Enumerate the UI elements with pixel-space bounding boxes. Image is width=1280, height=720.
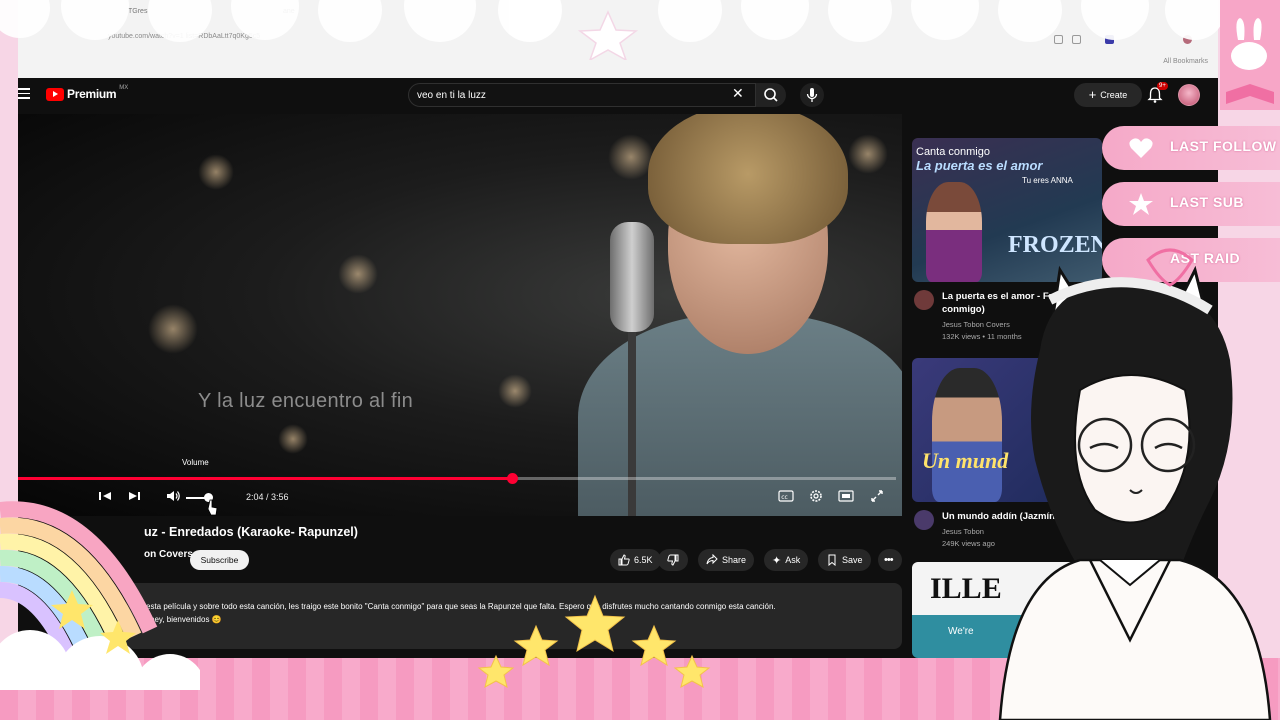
browser-tab[interactable]: TGres xyxy=(128,8,147,15)
more-actions-button[interactable]: ••• xyxy=(878,549,902,571)
youtube-header: Premium MX veo en ti la luzz ✕ + Create … xyxy=(18,78,1218,112)
ask-button[interactable]: ✦ Ask xyxy=(764,549,809,571)
logo-text: Premium xyxy=(67,87,117,101)
last-sub-row: LAST SUB xyxy=(1102,182,1280,226)
create-label: Create xyxy=(1100,90,1128,100)
svg-text:cc: cc xyxy=(781,494,788,501)
rainbow-cloud-decoration xyxy=(0,501,200,690)
dislike-button[interactable] xyxy=(658,549,688,571)
hamburger-menu-icon[interactable] xyxy=(18,88,30,100)
browser-chrome: TGres ane youtube.com/watch?v=1 list=RDb… xyxy=(18,0,1218,78)
more-dots-icon: ••• xyxy=(884,554,894,566)
progress-scrubber[interactable] xyxy=(507,473,518,484)
thumbnail-text: Tu eres ANNA xyxy=(1022,176,1073,185)
voice-search-button[interactable] xyxy=(800,83,824,107)
search-query: veo en ti la luzz xyxy=(417,90,486,101)
stars-decoration xyxy=(477,594,711,688)
browser-tab[interactable]: ane xyxy=(283,8,295,15)
save-button[interactable]: Save xyxy=(818,549,871,571)
all-bookmarks[interactable]: All Bookmarks xyxy=(1163,58,1208,65)
youtube-play-icon xyxy=(46,87,64,101)
theater-mode-icon[interactable] xyxy=(838,489,854,503)
thumbs-up-icon xyxy=(618,554,630,566)
logo-region: MX xyxy=(119,85,129,91)
save-label: Save xyxy=(842,555,863,565)
share-icon xyxy=(706,554,718,565)
channel-avatar[interactable] xyxy=(914,290,934,310)
mouse-cursor-icon xyxy=(207,499,218,516)
heart-icon xyxy=(1129,138,1153,158)
sparkle-icon: ✦ xyxy=(772,554,782,567)
thumbnail-text: La puerta es el amor xyxy=(916,158,1043,173)
bookmark-star-icon[interactable] xyxy=(1072,35,1081,44)
fullscreen-icon[interactable] xyxy=(870,489,884,503)
plus-icon: + xyxy=(1088,87,1097,102)
bunny-icon xyxy=(1226,18,1274,104)
studio-microphone xyxy=(610,222,654,332)
thumbnail-text: Canta conmigo xyxy=(916,146,990,158)
mic-stand xyxy=(628,329,636,516)
cast-icon[interactable] xyxy=(1054,35,1063,44)
like-button[interactable]: 6.5K xyxy=(610,549,661,571)
search-button[interactable] xyxy=(756,83,786,107)
last-follow-row: LAST FOLLOW xyxy=(1102,126,1280,170)
subtitles-icon[interactable]: cc xyxy=(778,489,794,503)
microphone-icon xyxy=(806,88,818,102)
address-bar[interactable]: youtube.com/watch?v=1 list=RDbAaLtt7q0Kg… xyxy=(108,33,1088,47)
singer-hair xyxy=(648,114,848,244)
ask-label: Ask xyxy=(785,555,801,565)
last-follow-label: LAST FOLLOW xyxy=(1170,138,1277,154)
save-bookmark-icon xyxy=(828,554,836,566)
clear-search-icon[interactable]: ✕ xyxy=(732,86,744,100)
notification-badge: 9+ xyxy=(1157,82,1168,90)
search-input[interactable]: veo en ti la luzz xyxy=(408,83,756,107)
channel-avatar[interactable] xyxy=(914,510,934,530)
search-icon xyxy=(764,88,778,102)
stream-scene: TGres ane youtube.com/watch?v=1 list=RDb… xyxy=(0,0,1280,720)
share-button[interactable]: Share xyxy=(698,549,755,571)
youtube-logo[interactable]: Premium MX xyxy=(46,85,129,101)
last-sub-label: LAST SUB xyxy=(1170,194,1244,210)
profile-icon[interactable] xyxy=(1183,35,1192,44)
share-label: Share xyxy=(722,555,747,565)
create-button[interactable]: + Create xyxy=(1074,83,1142,107)
time-display: 2:04 / 3:56 xyxy=(246,492,289,502)
thumbs-down-icon xyxy=(667,554,679,566)
overlay-corner-badge xyxy=(1220,0,1280,110)
lyric-caption: Y la luz encuentro al fin xyxy=(198,390,414,412)
like-count: 6.5K xyxy=(634,555,653,565)
extension-icon[interactable] xyxy=(1105,35,1114,44)
settings-gear-icon[interactable] xyxy=(808,489,824,503)
star-icon xyxy=(1129,193,1153,215)
vtuber-avatar xyxy=(998,248,1272,720)
account-avatar[interactable] xyxy=(1178,84,1200,106)
